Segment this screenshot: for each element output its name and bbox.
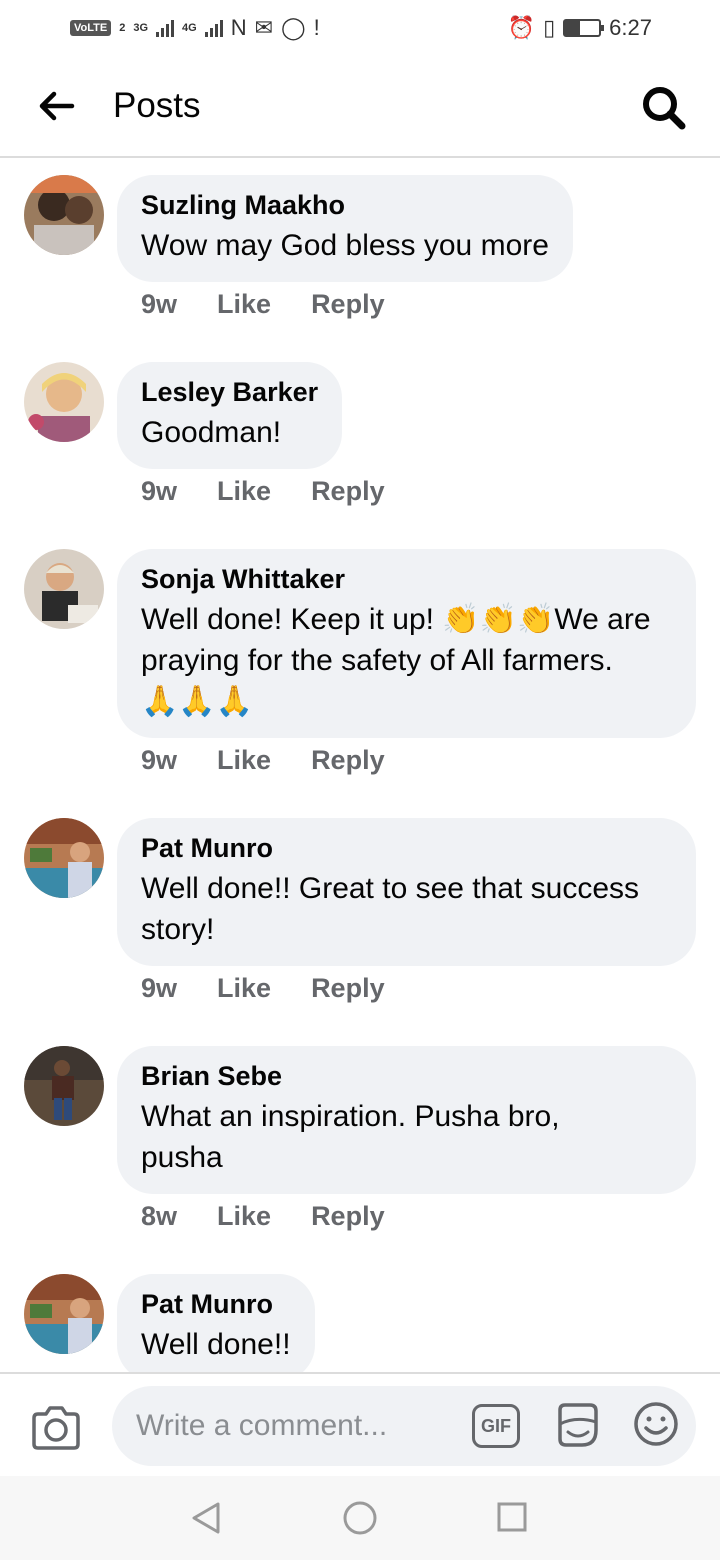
status-left: VoLTE 2 3G 4G N ✉ ◯ ! [70,17,320,39]
comment-actions: 8w Like Reply [141,1201,385,1232]
network-type-2: 4G [182,22,197,34]
avatar[interactable] [24,1046,104,1126]
nfc-icon: N [230,15,247,40]
comment-time[interactable]: 9w [141,289,177,320]
like-button[interactable]: Like [217,289,271,320]
like-button[interactable]: Like [217,476,271,507]
nav-recent-icon[interactable] [496,1501,528,1533]
comment-bubble: Pat Munro Well done!! Great to see that … [117,818,696,966]
gif-button[interactable]: GIF [472,1404,520,1448]
vibrate-icon: ▯ [543,15,556,40]
system-nav-bar [0,1476,720,1560]
comment-composer: GIF [0,1372,720,1476]
reply-button[interactable]: Reply [311,476,385,507]
sim-number: 2 [119,22,126,34]
comment-input[interactable] [136,1404,466,1448]
comment-author[interactable]: Brian Sebe [141,1060,672,1092]
comment-text: What an inspiration. Pusha bro, pusha [141,1096,672,1178]
whatsapp-icon: ◯ [281,15,306,40]
volte-indicator: VoLTE [70,20,112,36]
sticker-icon[interactable] [552,1400,602,1450]
comment-text-part: pusha [141,1141,223,1174]
reply-button[interactable]: Reply [311,745,385,776]
like-button[interactable]: Like [217,973,271,1004]
comment-author[interactable]: Lesley Barker [141,376,318,408]
like-button[interactable]: Like [217,745,271,776]
comment-author[interactable]: Suzling Maakho [141,189,549,221]
battery-icon [563,19,605,37]
avatar[interactable] [24,175,104,255]
camera-icon[interactable] [30,1404,82,1452]
comment-text-part: Well done!! Great to see that success [141,872,640,905]
comment-text: Well done!! [141,1328,291,1361]
comment-actions: 9w Like Reply [141,476,385,507]
reply-button[interactable]: Reply [311,973,385,1004]
clapping-hands-emoji: 👏👏👏 [442,603,555,636]
comment-text-part: We are [554,603,651,636]
gif-label: GIF [481,1415,511,1436]
comment-time[interactable]: 9w [141,476,177,507]
reply-button[interactable]: Reply [311,1201,385,1232]
emoji-icon[interactable] [632,1400,680,1448]
signal-icon [156,19,175,37]
page-title: Posts [113,86,201,125]
comment-bubble: Suzling Maakho Wow may God bless you mor… [117,175,573,282]
comment-text-part: Well done! Keep it up! [141,603,443,636]
comment-input-box: GIF [112,1386,696,1466]
comment-time[interactable]: 9w [141,745,177,776]
comment-time[interactable]: 9w [141,973,177,1004]
nav-back-icon[interactable] [188,1500,224,1536]
back-arrow-icon[interactable] [36,86,76,126]
comment-text: Well done!! Great to see that success st… [141,868,672,950]
comment-actions: 9w Like Reply [141,973,385,1004]
comment-author[interactable]: Pat Munro [141,832,672,864]
search-icon[interactable] [640,84,688,132]
signal-icon-2 [204,19,223,37]
comment-author[interactable]: Sonja Whittaker [141,563,672,595]
comment-text-part: story! [141,913,215,946]
network-type-1: 3G [133,22,149,34]
comments-list: Suzling Maakho Wow may God bless you mor… [0,160,720,1372]
praying-hands-emoji: 🙏🙏🙏 [141,685,254,718]
alert-icon: ! [313,15,320,40]
comment-bubble: Lesley Barker Goodman! [117,362,343,469]
comment-text: Wow may God bless you more [141,229,549,262]
comment-actions: 9w Like Reply [141,289,385,320]
avatar[interactable] [24,549,104,629]
comment-bubble: Brian Sebe What an inspiration. Pusha br… [117,1046,696,1194]
alarm-icon: ⏰ [507,15,536,40]
app-header: Posts [0,56,720,158]
comment-text-part: What an inspiration. Pusha bro, [141,1100,560,1133]
comment-author[interactable]: Pat Munro [141,1288,291,1320]
like-button[interactable]: Like [217,1201,271,1232]
comment-text: Goodman! [141,416,282,449]
avatar[interactable] [24,818,104,898]
comment-text: Well done! Keep it up! 👏👏👏We are praying… [141,599,672,722]
comment-time[interactable]: 8w [141,1201,177,1232]
avatar[interactable] [24,362,104,442]
comment-actions: 9w Like Reply [141,745,385,776]
avatar[interactable] [24,1274,104,1354]
comment-bubble: Sonja Whittaker Well done! Keep it up! 👏… [117,549,696,738]
comment-bubble: Pat Munro Well done!! [117,1274,315,1372]
comment-text-part: praying for the safety of All farmers. [141,644,613,677]
reply-button[interactable]: Reply [311,289,385,320]
nav-home-icon[interactable] [342,1500,378,1536]
status-right: ⏰ ▯ 6:27 [508,15,652,41]
mail-icon: ✉ [254,15,274,40]
clock-time: 6:27 [609,15,652,40]
status-bar: VoLTE 2 3G 4G N ✉ ◯ ! ⏰ ▯ 6:27 [0,0,720,56]
